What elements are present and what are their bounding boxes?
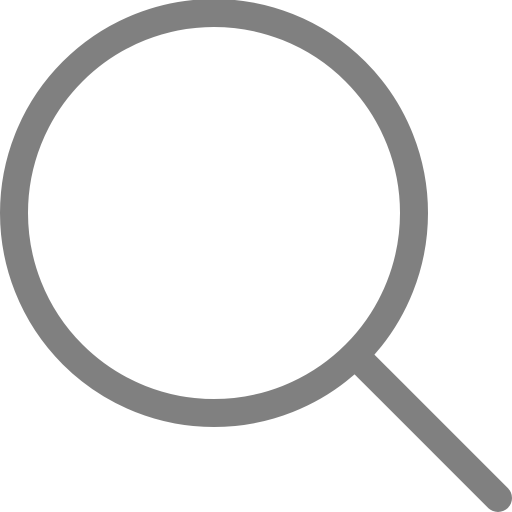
magnifier-handle [342,342,512,512]
icon-canvas [0,0,512,512]
search-icon[interactable] [0,0,512,512]
